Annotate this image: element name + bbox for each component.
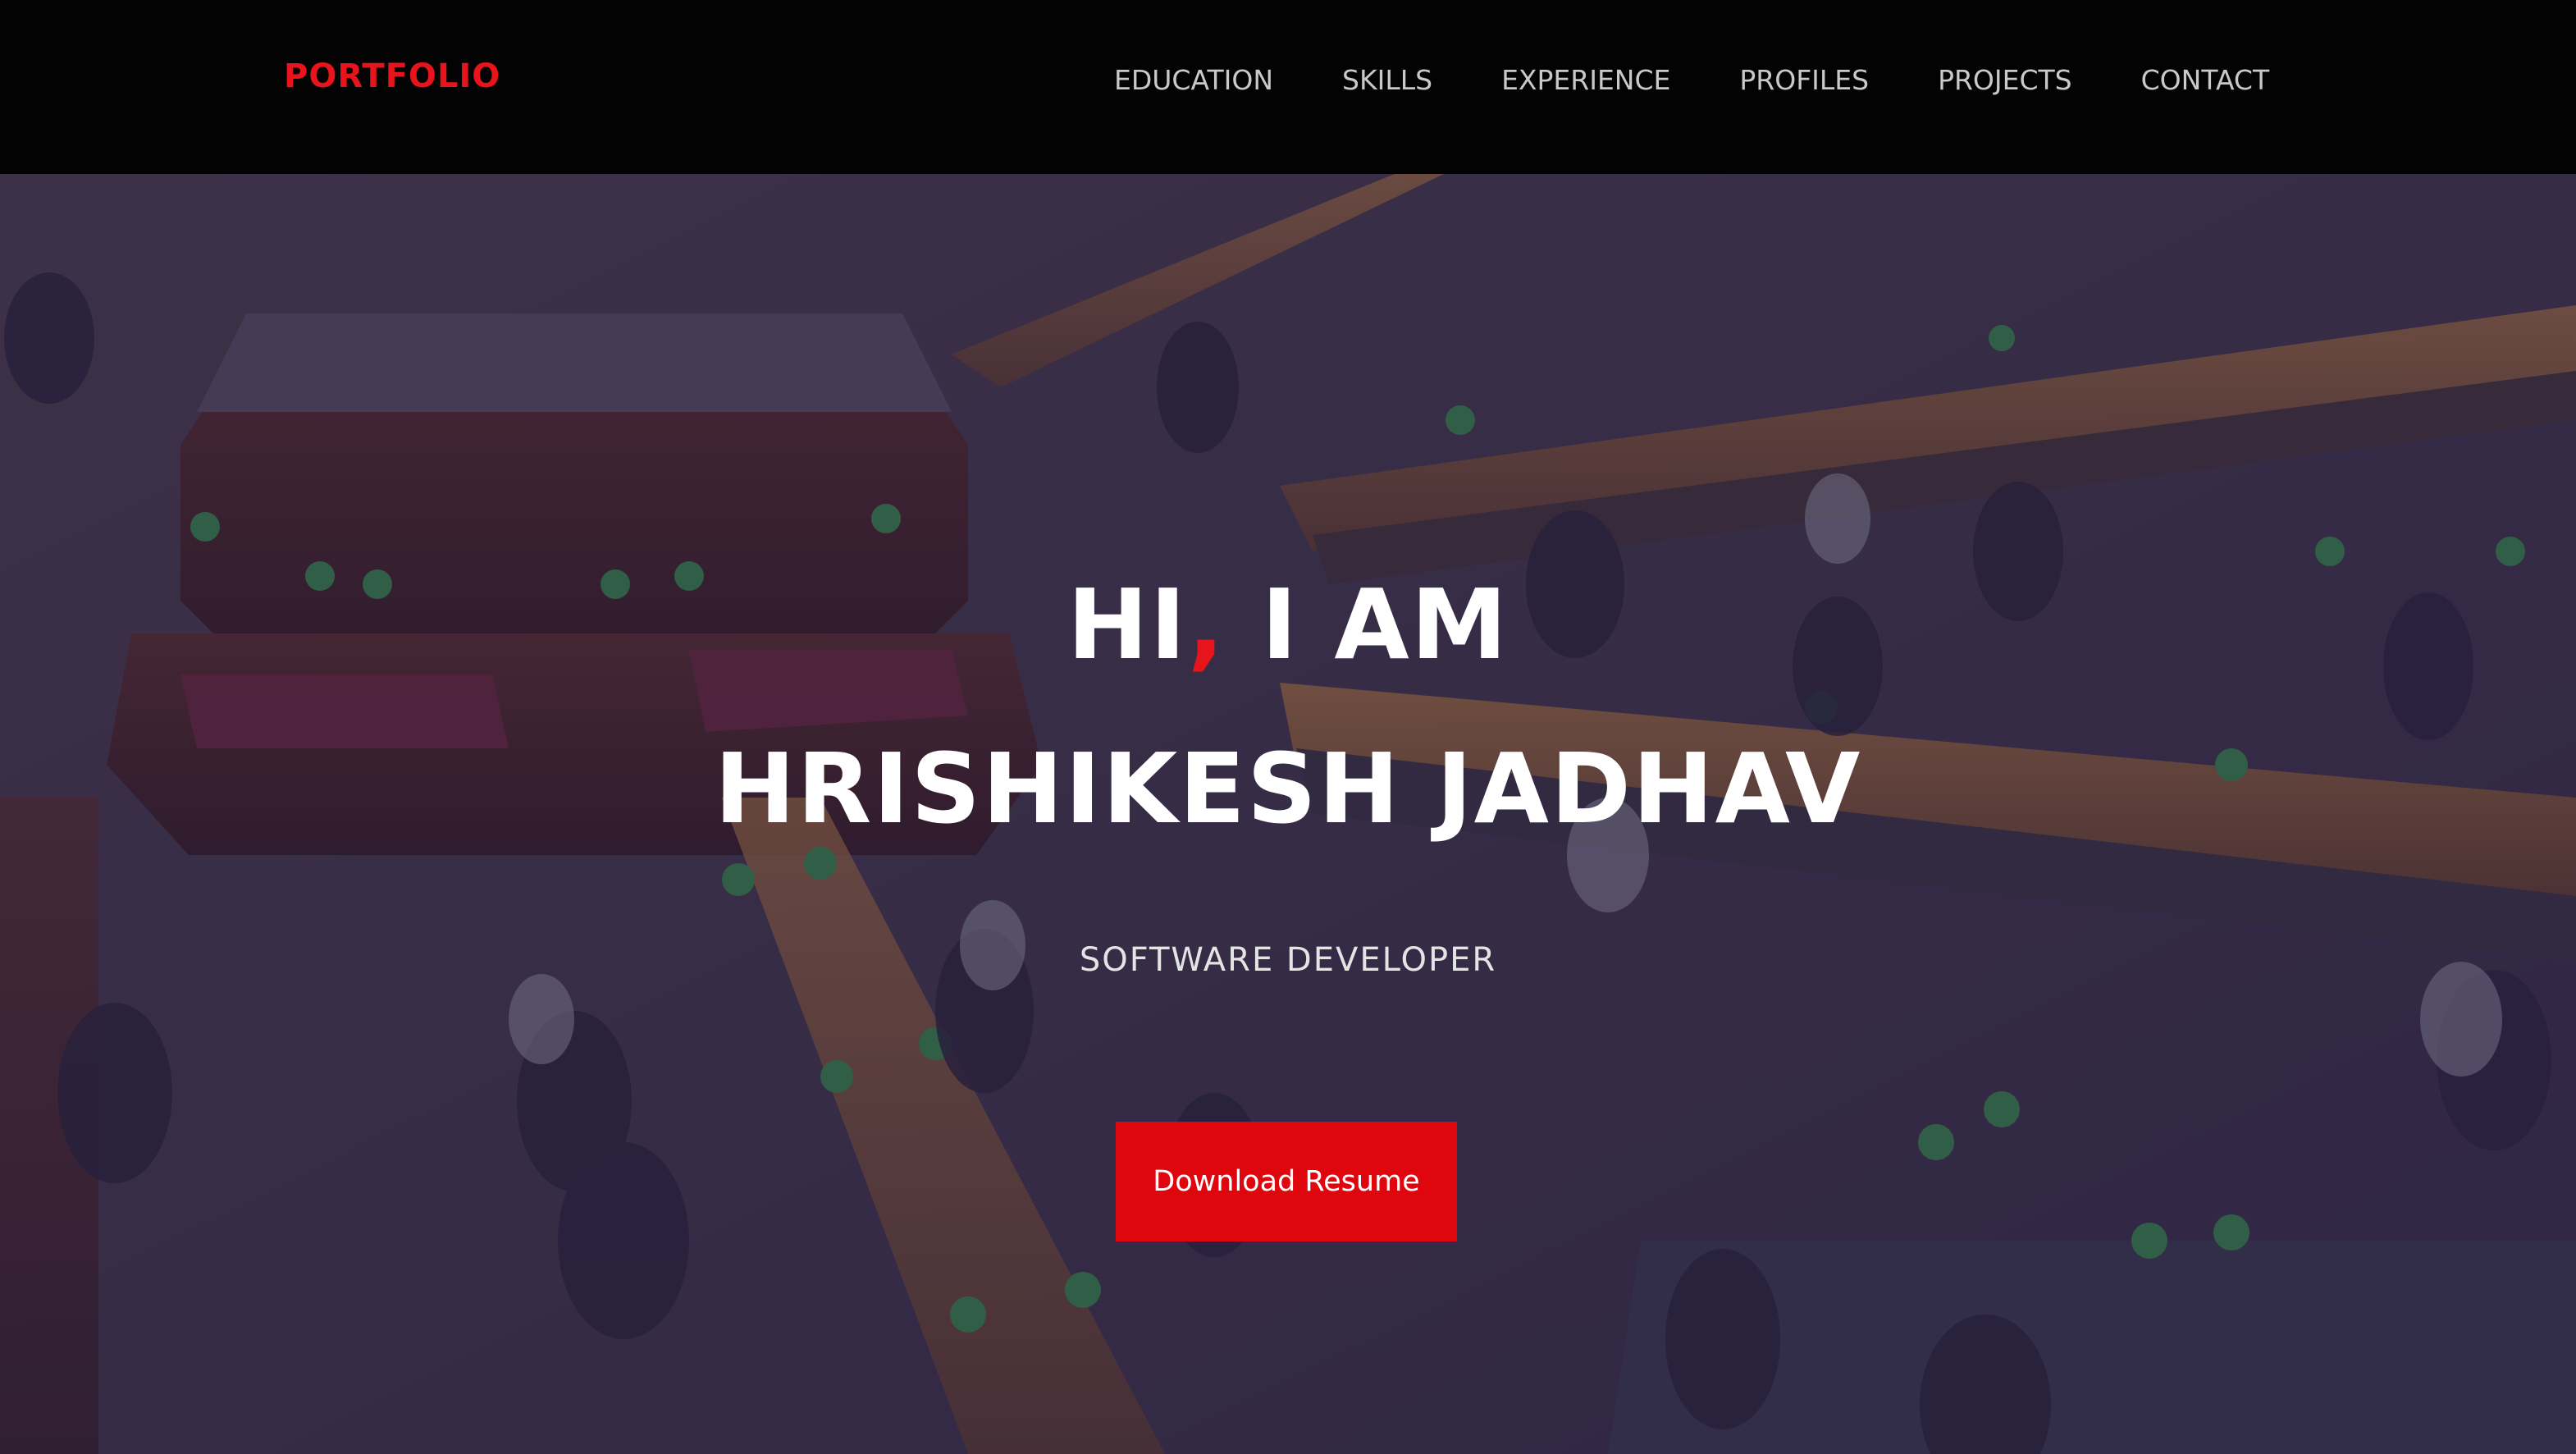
hero-name: HRISHIKESH JADHAV [714,732,1862,845]
nav-links: EDUCATION SKILLS EXPERIENCE PROFILES PRO… [1114,64,2269,96]
nav-link-education[interactable]: EDUCATION [1114,64,1273,96]
nav-link-experience[interactable]: EXPERIENCE [1501,64,1670,96]
nav-link-skills[interactable]: SKILLS [1342,64,1432,96]
navbar: PORTFOLIO EDUCATION SKILLS EXPERIENCE PR… [0,0,2576,174]
nav-link-profiles[interactable]: PROFILES [1739,64,1869,96]
brand-logo[interactable]: PORTFOLIO [284,57,500,95]
nav-link-projects[interactable]: PROJECTS [1938,64,2072,96]
greeting-comma: , [1187,568,1226,681]
greeting-prefix: HI [1066,568,1188,681]
hero-role: SOFTWARE DEVELOPER [1079,941,1497,979]
portfolio-page: PORTFOLIO EDUCATION SKILLS EXPERIENCE PR… [0,0,2576,1454]
hero-greeting: HI, I AM [0,568,2576,681]
hero-content: HI, I AM HRISHIKESH JADHAV SOFTWARE DEVE… [0,174,2576,1454]
nav-link-contact[interactable]: CONTACT [2141,64,2270,96]
download-resume-button[interactable]: Download Resume [1116,1122,1457,1241]
greeting-suffix: I AM [1226,568,1510,681]
